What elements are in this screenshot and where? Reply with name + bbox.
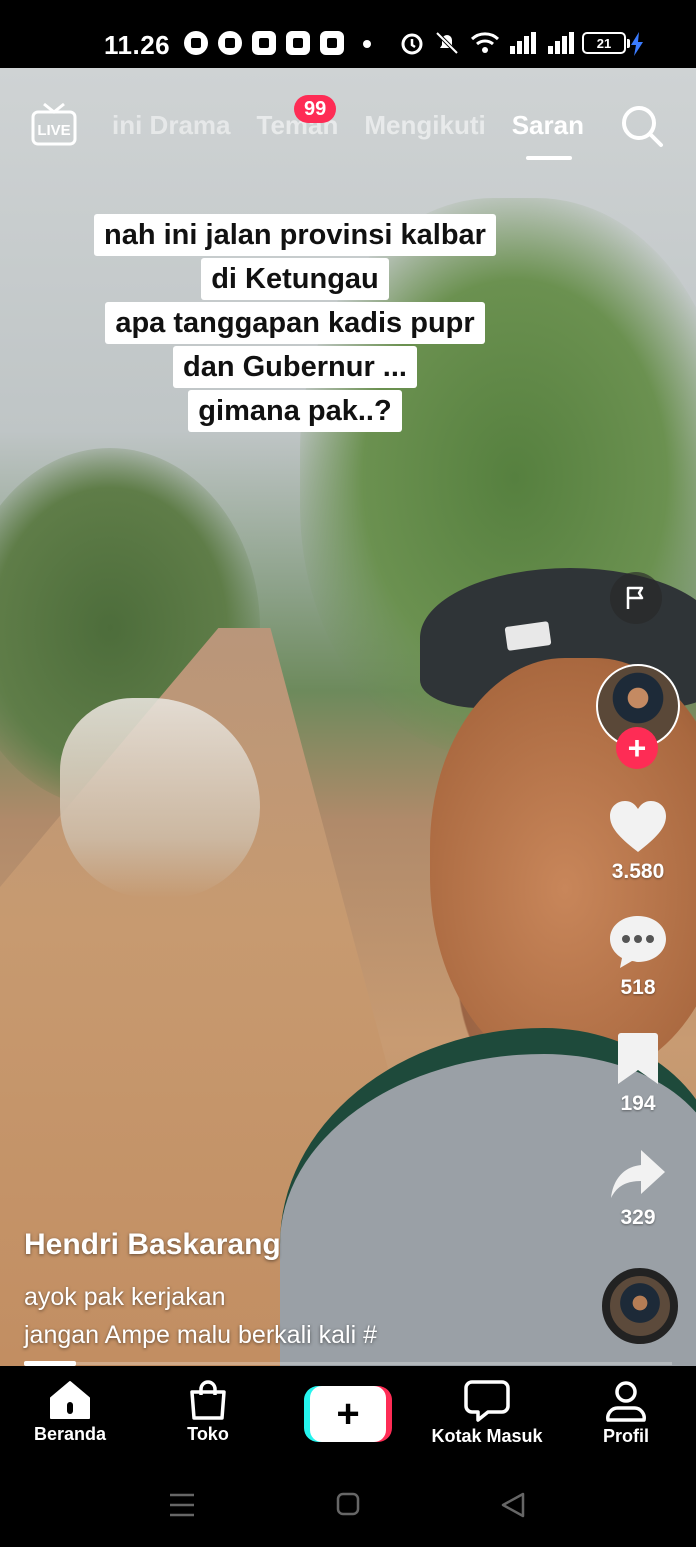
tab-for-you[interactable]: Saran [512,110,584,160]
like-button[interactable]: 3.580 [598,800,678,884]
tab-drama[interactable]: ini Drama [112,110,231,141]
app-r-icon [320,31,344,55]
message-icon [464,1380,510,1422]
bookmark-button[interactable]: 194 [598,1032,678,1116]
nav-item-shop[interactable]: Toko [148,1380,268,1445]
comment-button[interactable]: 518 [598,914,678,1000]
back-icon[interactable] [500,1492,526,1518]
tab-following[interactable]: Mengikuti [364,110,485,141]
music-disc[interactable] [602,1268,678,1344]
plus-icon: + [627,730,647,766]
home-icon [50,1381,90,1419]
caption-line: nah ini jalan provinsi kalbar [94,214,496,256]
profile-icon [606,1381,646,1422]
like-count: 3.580 [611,860,665,883]
status-time: 11.26 [104,30,171,60]
notification-badge: 99 [294,95,337,123]
heart-icon [610,801,666,852]
description-line: ayok pak kerjakan [24,1283,226,1311]
battery-level: 21 [596,35,612,51]
notification-icons [184,31,344,55]
flag-icon [626,586,644,609]
youtube-icon [286,31,310,55]
home-button-icon[interactable] [336,1492,360,1516]
whatsapp-icon [218,31,242,55]
nav-item-profile[interactable]: Profil [566,1380,686,1447]
create-button[interactable]: + [304,1386,392,1442]
follow-button[interactable]: + [616,727,658,769]
nav-label: Kotak Masuk [431,1426,543,1446]
bookmark-icon [618,1033,658,1084]
video-description[interactable]: ayok pak kerjakan jangan Ampe malu berka… [24,1278,377,1354]
bookmark-count: 194 [620,1092,656,1115]
app-icon [252,31,276,55]
wifi-icon [470,32,500,53]
signal-icon [548,32,574,54]
live-icon[interactable]: LIVE [30,102,78,146]
description-line: jangan Ampe malu berkali kali # [24,1321,377,1349]
signal-icon [510,32,536,54]
share-icon [611,1150,665,1198]
charging-icon [631,32,643,56]
system-icons [400,30,576,56]
caption-line: apa tanggapan kadis pupr [105,302,485,344]
search-icon[interactable] [620,104,664,148]
bottom-nav: Beranda Toko + Kotak Masuk Profil [0,1366,696,1462]
comment-count: 518 [620,976,656,999]
report-button[interactable] [610,572,662,624]
nav-item-home[interactable]: Beranda [10,1380,130,1445]
caption-line: gimana pak..? [188,390,402,432]
author-name[interactable]: Hendri Baskarang [24,1228,281,1262]
facebook-icon [184,31,208,55]
caption-line: dan Gubernur ... [173,346,417,388]
plus-icon: + [310,1386,386,1442]
nav-label: Profil [602,1426,649,1446]
nav-item-inbox[interactable]: Kotak Masuk [427,1380,547,1447]
battery-icon: 21 [582,32,630,54]
status-dot [363,40,371,48]
top-nav: LIVE ini Drama Teman Mengikuti Saran 99 [0,90,696,170]
caption-line: di Ketungau [201,258,389,300]
video-caption: nah ini jalan provinsi kalbar di Ketunga… [0,214,590,432]
menu-icon[interactable] [168,1492,196,1518]
share-count: 329 [620,1206,656,1229]
shopping-bag-icon [190,1380,226,1420]
nav-label: Beranda [33,1424,107,1444]
status-bar: 11.26 21 [0,0,696,68]
share-button[interactable]: 329 [598,1148,678,1230]
mute-icon [435,31,459,55]
alarm-icon [401,33,423,55]
feed-tabs: ini Drama Teman Mengikuti Saran [112,110,584,160]
comment-icon [610,916,666,968]
video-progress-track[interactable] [24,1362,672,1365]
system-nav-bar [0,1462,696,1547]
nav-label: Toko [187,1424,229,1444]
svg-text:LIVE: LIVE [37,122,70,139]
